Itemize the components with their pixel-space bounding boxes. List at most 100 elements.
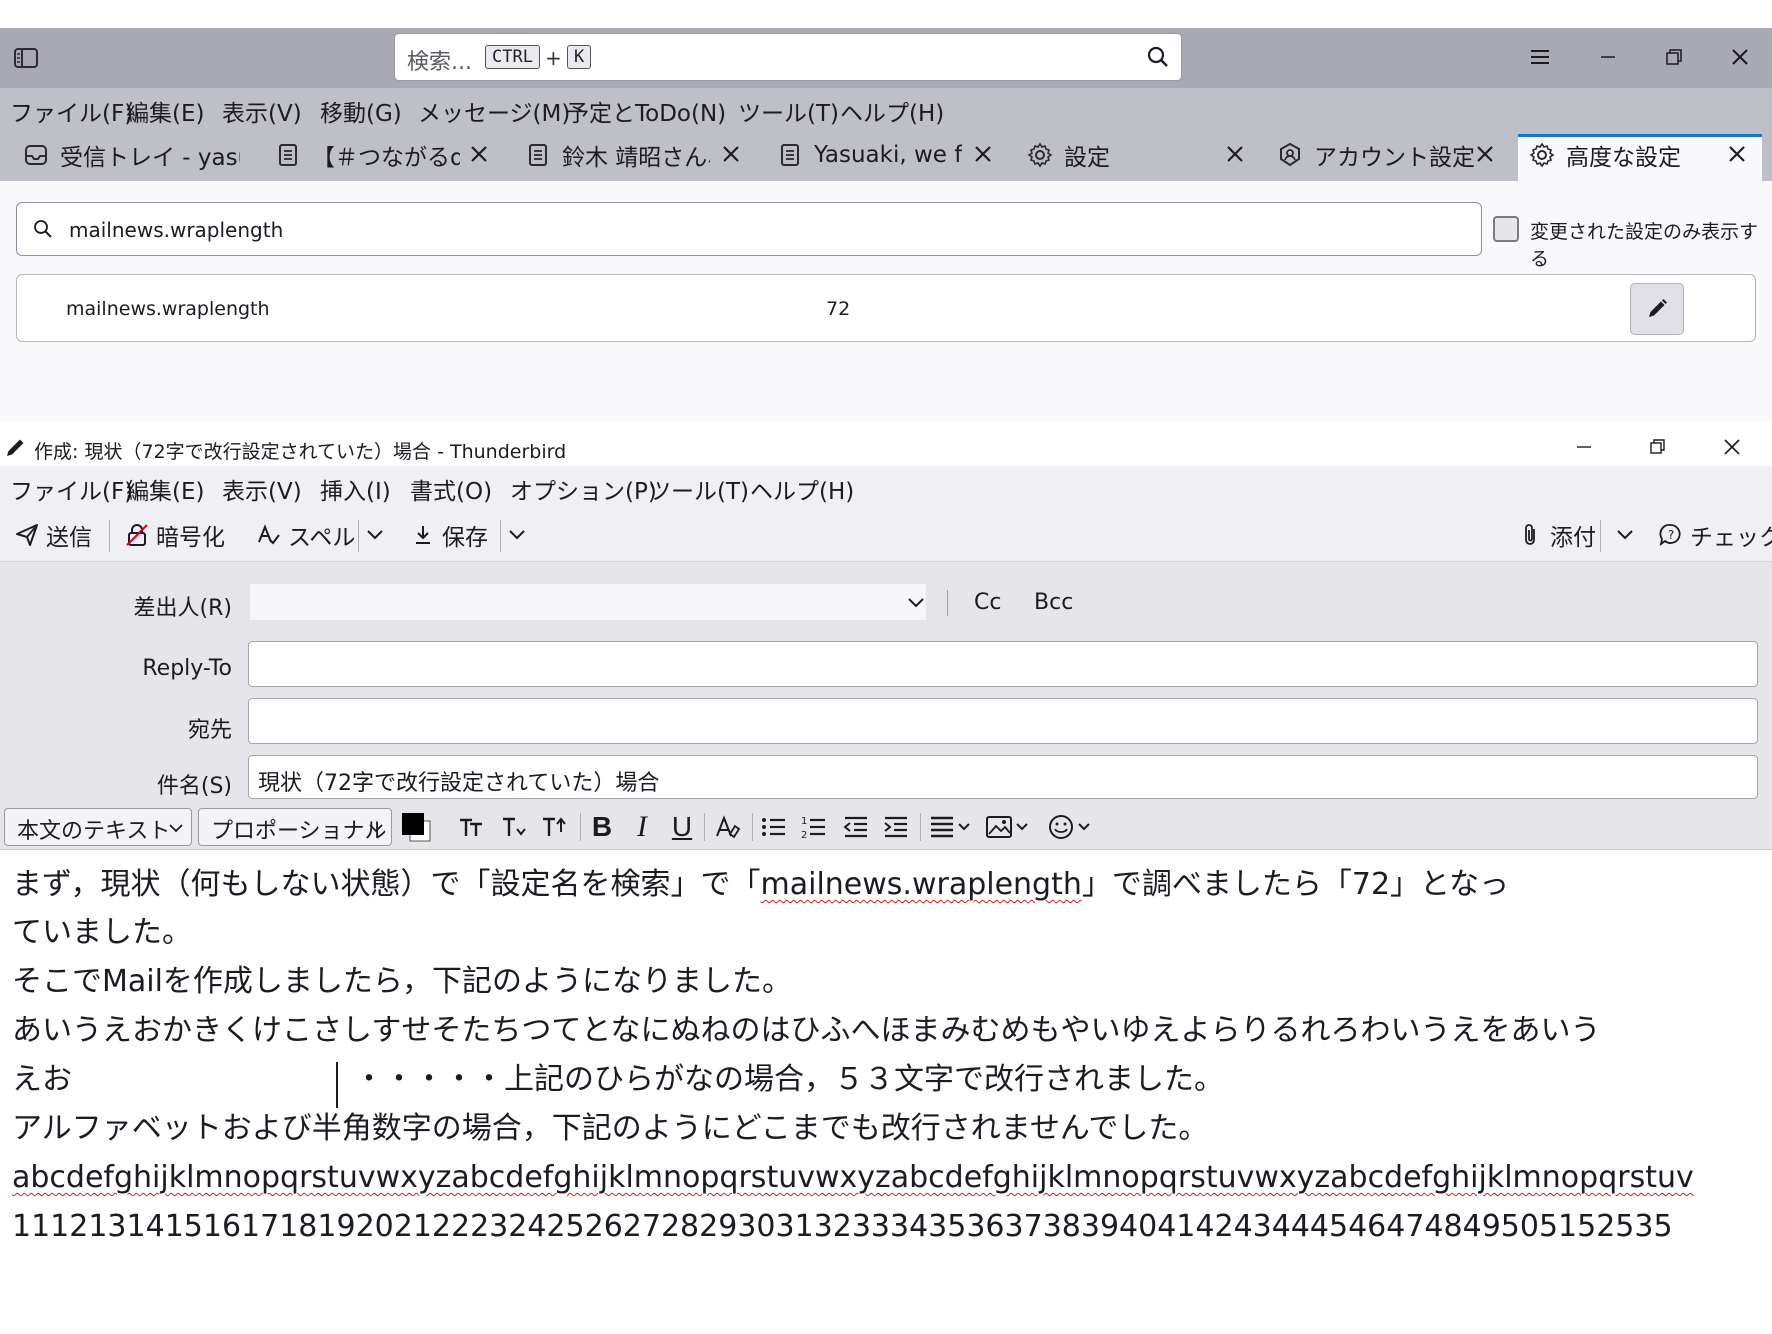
menu-help[interactable]: ヘルプ(H) [840,94,944,128]
menu-view[interactable]: 表示(V) [222,472,302,506]
format-separator [752,813,753,841]
attach-label: 添付 [1550,525,1596,551]
tab-advanced-settings[interactable]: 高度な設定 [1528,128,1728,181]
message-body-editor[interactable]: まず，現状（何もしない状態）で「設定名を検索」で「mailnews.wraple… [0,851,1772,1334]
bold-button[interactable]: B [586,811,618,843]
tab-inbox[interactable]: 受信トレイ - yasuz [22,128,240,181]
pref-search-input[interactable]: mailnews.wraplength [16,202,1482,256]
to-label: 宛先 [187,718,232,743]
compose-minimize-button[interactable] [1564,432,1604,462]
close-icon[interactable] [720,143,742,165]
text-color-button[interactable] [400,811,432,843]
tab-settings[interactable]: 設定 [1026,128,1226,181]
subject-value: 現状（72字で改行設定されていた）場合 [258,771,660,796]
encrypt-label: 暗号化 [156,525,225,551]
menu-view[interactable]: 表示(V) [222,94,302,128]
close-icon[interactable] [1726,143,1748,165]
chevron-down-icon[interactable] [1614,523,1636,545]
menu-format[interactable]: 書式(O) [410,472,492,506]
send-button[interactable]: 送信 [14,518,92,552]
encrypt-button[interactable]: 暗号化 [124,518,225,552]
compose-close-button[interactable] [1712,432,1752,462]
chevron-down-icon [369,824,383,833]
attach-button[interactable]: 添付 [1518,518,1596,552]
pref-edit-button[interactable] [1630,283,1684,335]
spell-button[interactable]: スペル [256,518,355,552]
search-icon[interactable] [1145,44,1171,70]
chevron-down-icon[interactable] [904,590,928,614]
compose-menu-bar: ファイル(F) 編集(E) 表示(V) 挿入(I) 書式(O) オプション(P)… [0,466,1772,508]
menu-options[interactable]: オプション(P) [510,472,657,506]
menu-go[interactable]: 移動(G) [320,94,402,128]
menu-file[interactable]: ファイル(F) [10,94,133,128]
tab-message-3[interactable]: Yasuaki, we fo [776,128,962,181]
menu-help[interactable]: ヘルプ(H) [750,472,854,506]
sidebar-icon [14,48,38,68]
restore-button[interactable] [1654,40,1694,74]
emoji-button[interactable] [1046,811,1098,843]
global-search-input[interactable]: 検索... CTRL + K [394,33,1182,81]
menu-events-tasks[interactable]: 予定とToDo(N) [566,94,726,128]
menu-tools[interactable]: ツール(T) [648,472,749,506]
format-separator [920,813,921,841]
body-text: ・・・・・上記のひらがなの場合，５３文字で改行されました。 [354,1062,1224,1097]
indent-icon [884,816,907,838]
save-button[interactable]: 保存 [410,518,488,552]
minimize-button[interactable] [1588,40,1628,74]
check-button[interactable]: ? チェック [1658,518,1772,552]
close-icon[interactable] [1474,143,1496,165]
chevron-down-icon[interactable] [506,523,528,545]
smaller-font-button[interactable] [456,811,488,843]
font-size-up-button[interactable] [538,811,570,843]
tab-label: 受信トレイ - yasuz [60,144,240,171]
tab-label: Yasuaki, we fo [814,141,962,168]
svg-text:2: 2 [801,830,807,841]
close-icon[interactable] [972,143,994,165]
paragraph-format-select[interactable]: 本文のテキスト [4,808,192,846]
font-size-down-button[interactable] [498,811,530,843]
app-menu-button[interactable] [1520,40,1560,74]
menu-edit[interactable]: 編集(E) [126,472,204,506]
sidebar-toggle-button[interactable] [10,42,42,74]
underline-button[interactable]: U [666,811,698,843]
chevron-down-icon[interactable] [364,523,386,545]
body-line: そこでMailを作成しましたら，下記のようになりました。 [12,964,793,999]
minimize-icon [1601,56,1615,58]
svg-text:?: ? [1668,528,1674,542]
body-line: abcdefghijklmnopqrstuvwxyzabcdefghijklmn… [12,1160,1694,1195]
compose-restore-button[interactable] [1638,432,1678,462]
close-window-button[interactable] [1720,40,1760,74]
tab-message-2[interactable]: 鈴木 靖昭さん、 [524,128,710,181]
reply-to-field[interactable] [248,641,1758,687]
align-button[interactable] [928,811,976,843]
tab-message-1[interactable]: 【＃つながるdポ [274,128,460,181]
italic-button[interactable]: I [626,810,658,843]
body-line: ていました。 [12,915,192,950]
to-field[interactable] [248,698,1758,744]
outdent-button[interactable] [840,811,872,843]
remove-formatting-button[interactable] [712,811,744,843]
close-icon[interactable] [468,143,490,165]
font-shrink-icon [503,817,526,836]
menu-message[interactable]: メッセージ(M) [418,94,570,128]
bullet-list-button[interactable] [758,811,790,843]
bcc-button[interactable]: Bcc [1034,590,1073,615]
from-select[interactable] [250,584,926,620]
menu-insert[interactable]: 挿入(I) [320,472,391,506]
menu-edit[interactable]: 編集(E) [126,94,204,128]
insert-button[interactable] [984,811,1036,843]
image-icon [986,816,1028,838]
svg-text:1: 1 [801,816,807,827]
tab-account-settings[interactable]: アカウント設定 [1276,128,1476,181]
indent-button[interactable] [880,811,912,843]
menu-tools[interactable]: ツール(T) [738,94,839,128]
cc-button[interactable]: Cc [974,590,1001,615]
modified-only-checkbox[interactable] [1493,216,1519,242]
close-icon[interactable] [1224,143,1246,165]
minimize-icon [1577,446,1591,448]
menu-file[interactable]: ファイル(F) [10,472,133,506]
gear-icon [1027,142,1053,167]
font-select[interactable]: プロポーショナル [198,808,392,846]
numbered-list-button[interactable]: 12 [798,811,830,843]
gear-icon [1529,142,1555,167]
